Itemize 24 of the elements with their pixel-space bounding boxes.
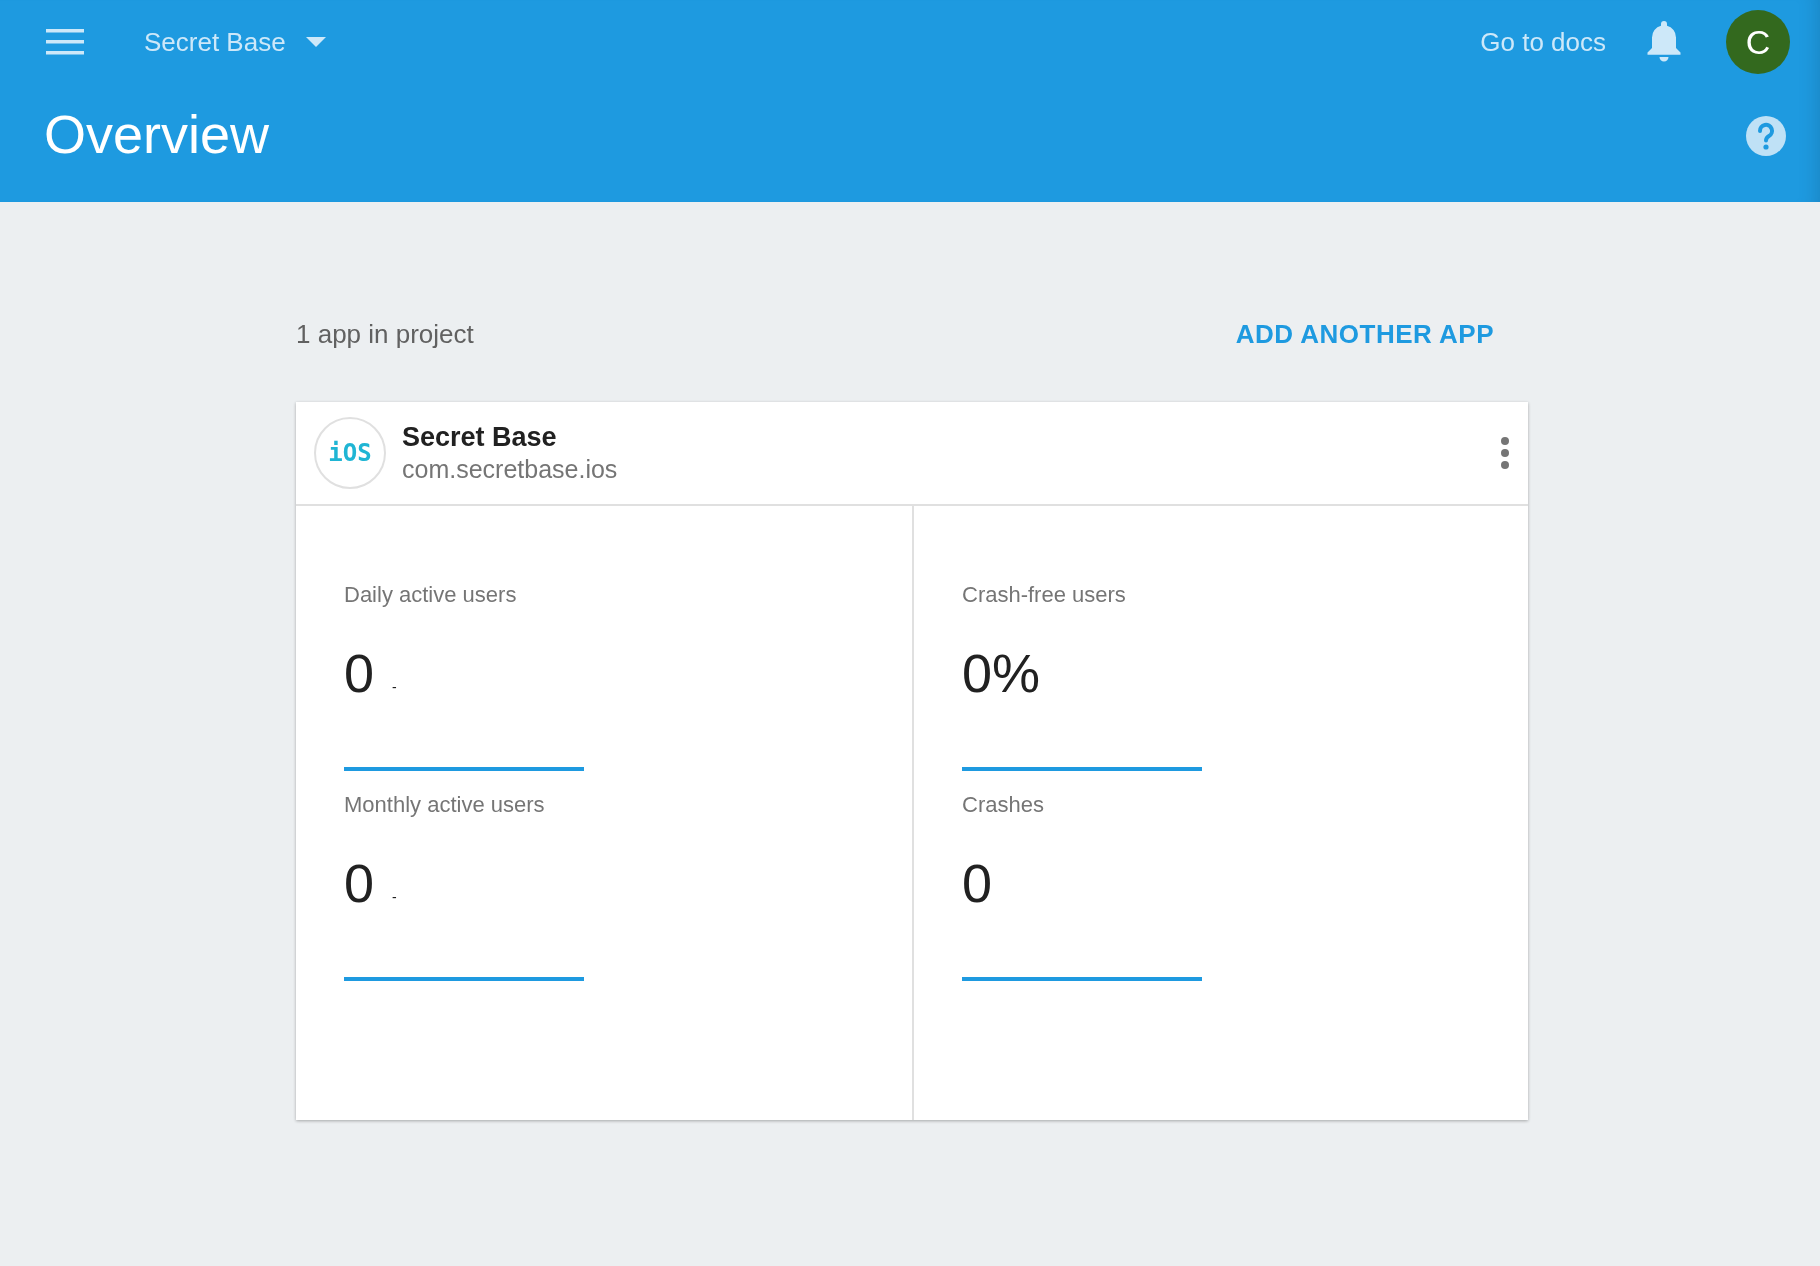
caret-icon (305, 37, 326, 47)
add-app-button[interactable]: ADD ANOTHER APP (1235, 310, 1494, 358)
metric-label: Monthly active users (344, 792, 545, 818)
change-indicator: - (392, 679, 397, 695)
help-icon[interactable] (1746, 116, 1786, 156)
docs-link[interactable]: Go to docs (1480, 26, 1606, 58)
metric-value: 0 (344, 852, 375, 914)
more-icon[interactable] (1500, 436, 1510, 470)
notifications-icon[interactable] (1646, 21, 1682, 63)
metric-value: 0 (962, 852, 993, 914)
app-count: 1 app in project (296, 318, 474, 350)
change-indicator: - (392, 889, 397, 905)
metric-label: Crashes (962, 792, 1044, 818)
app-name: Secret Base (402, 422, 557, 452)
bundle-id: com.secretbase.ios (402, 455, 618, 483)
metric-label: Crash-free users (962, 582, 1126, 608)
avatar[interactable]: C (1726, 10, 1790, 74)
metric-label: Daily active users (344, 582, 517, 608)
page-title: Overview (44, 103, 271, 166)
metric-value: 0 (344, 642, 375, 704)
platform-badge: iOS (314, 417, 386, 489)
menu-icon[interactable] (46, 29, 84, 55)
project-selector[interactable]: Secret Base (144, 26, 326, 58)
metric-value: 0% (962, 642, 1041, 704)
